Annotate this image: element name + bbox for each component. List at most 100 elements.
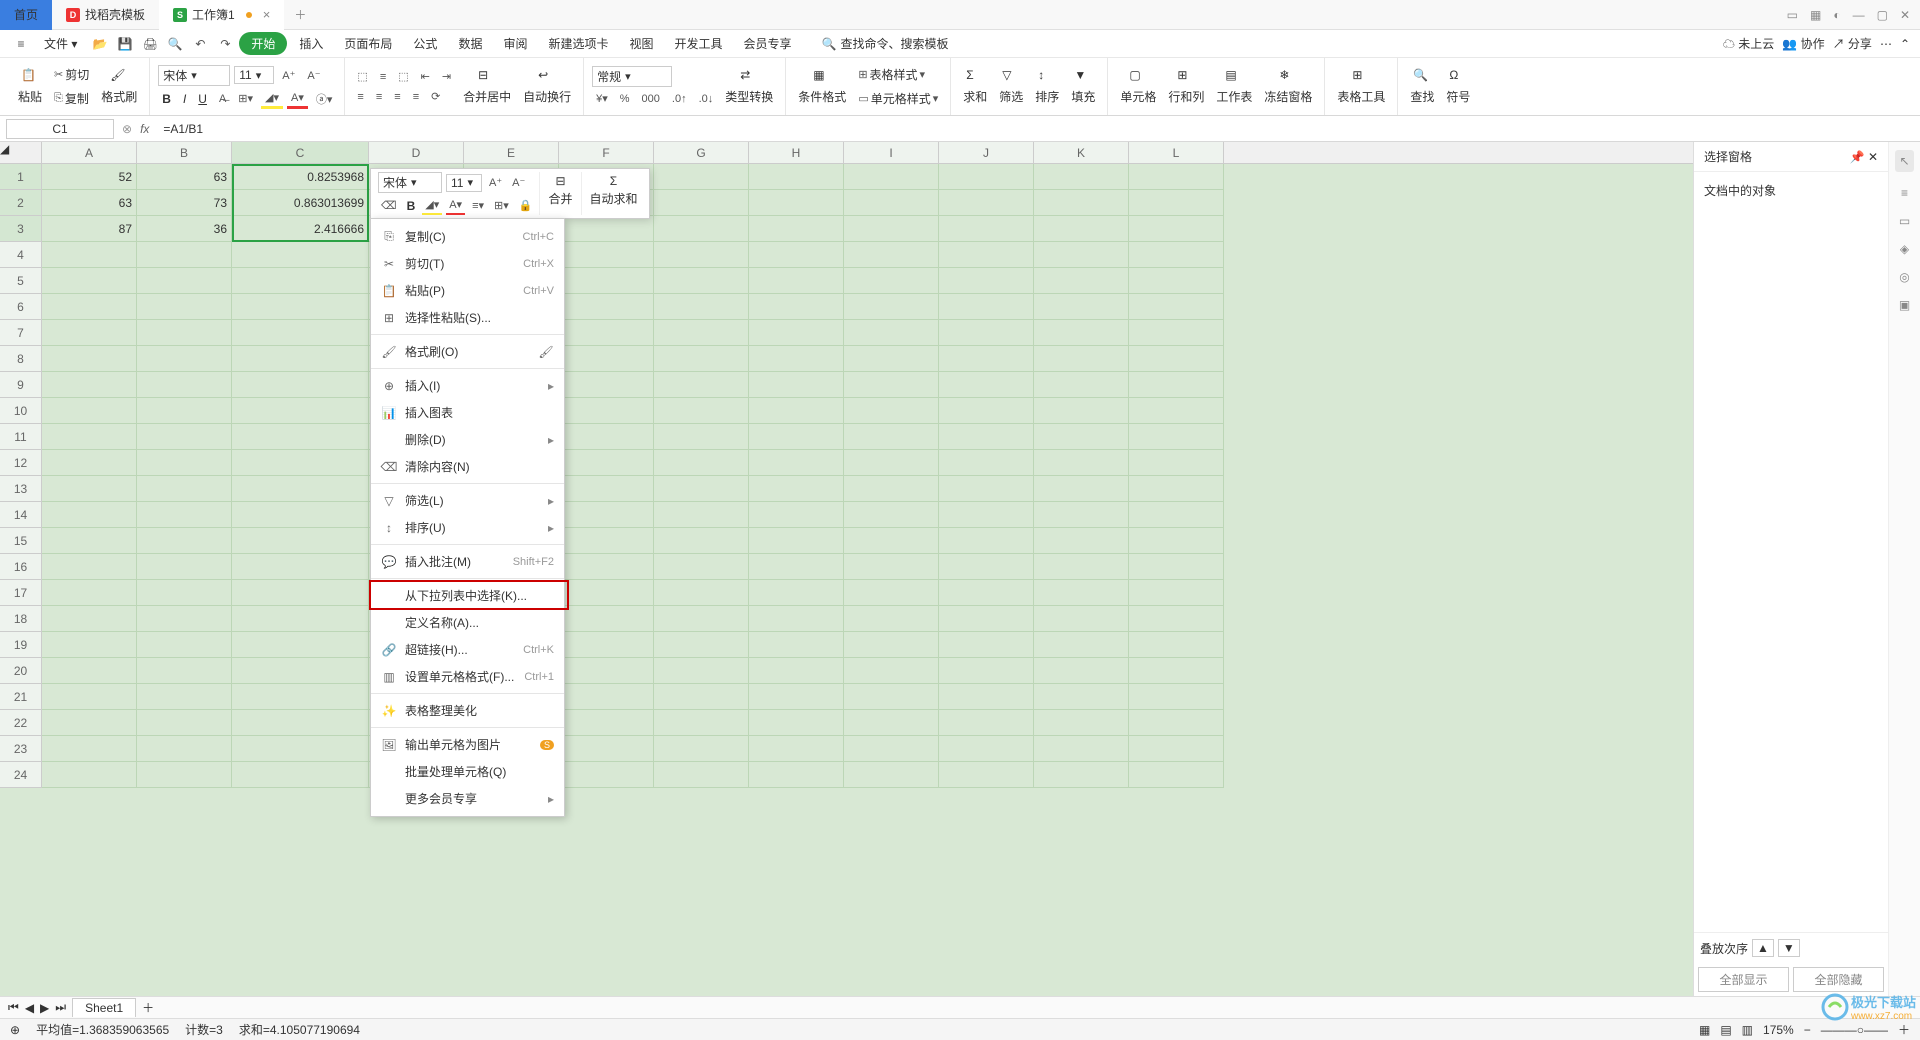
cell[interactable] (844, 190, 939, 216)
row-header[interactable]: 16 (0, 554, 42, 580)
cm-comment[interactable]: 💬插入批注(M)Shift+F2 (371, 548, 564, 575)
tab-dev[interactable]: 开发工具 (666, 32, 732, 55)
tab-formula[interactable]: 公式 (404, 32, 446, 55)
cell[interactable] (749, 658, 844, 684)
cell[interactable] (1034, 164, 1129, 190)
cell[interactable] (654, 476, 749, 502)
cell[interactable] (42, 528, 137, 554)
cell[interactable]: 63 (137, 164, 232, 190)
cell[interactable] (232, 736, 369, 762)
cell[interactable]: 87 (42, 216, 137, 242)
cell[interactable] (749, 398, 844, 424)
cell[interactable] (1129, 216, 1224, 242)
next-sheet-icon[interactable]: ▶ (40, 1001, 49, 1015)
cm-export-image[interactable]: 🖼输出单元格为图片 S (371, 731, 564, 758)
cell[interactable] (654, 164, 749, 190)
cell[interactable] (654, 528, 749, 554)
row-header[interactable]: 7 (0, 320, 42, 346)
cell[interactable] (939, 372, 1034, 398)
maximize-icon[interactable]: ▢ (1877, 8, 1888, 22)
tab-layout[interactable]: 页面布局 (335, 32, 401, 55)
cell[interactable] (137, 502, 232, 528)
align-bot-icon[interactable]: ⬚ (394, 68, 412, 85)
side-icon-2[interactable]: ▭ (1899, 214, 1910, 228)
cell[interactable] (137, 424, 232, 450)
align-justify-icon[interactable]: ≡ (409, 89, 423, 105)
cell[interactable] (1034, 268, 1129, 294)
cell[interactable] (232, 606, 369, 632)
row-header[interactable]: 10 (0, 398, 42, 424)
cell[interactable] (559, 268, 654, 294)
new-tab-button[interactable]: ＋ (284, 6, 316, 23)
cell[interactable] (137, 320, 232, 346)
col-header[interactable]: H (749, 142, 844, 163)
name-box[interactable] (6, 119, 114, 139)
cm-paste[interactable]: 📋粘贴(P)Ctrl+V (371, 277, 564, 304)
cell[interactable] (232, 762, 369, 788)
cell[interactable] (844, 398, 939, 424)
paste-button[interactable]: 📋粘贴 (14, 66, 46, 107)
cell[interactable] (232, 268, 369, 294)
cell[interactable] (42, 606, 137, 632)
cell[interactable] (232, 684, 369, 710)
row-header[interactable]: 15 (0, 528, 42, 554)
cell[interactable] (1129, 554, 1224, 580)
cell[interactable] (749, 606, 844, 632)
cell[interactable] (1034, 528, 1129, 554)
cell[interactable] (137, 632, 232, 658)
cell[interactable] (137, 658, 232, 684)
cell[interactable] (939, 424, 1034, 450)
cut-button[interactable]: ✂ 剪切 (50, 64, 93, 85)
select-all-corner[interactable]: ◢ (0, 142, 42, 163)
cell[interactable] (137, 606, 232, 632)
close-window-icon[interactable]: ✕ (1900, 8, 1910, 22)
tab-home[interactable]: 首页 (0, 0, 52, 30)
cell[interactable] (232, 424, 369, 450)
last-sheet-icon[interactable]: ⏭ (55, 1000, 66, 1015)
send-backward-icon[interactable]: ▼ (1778, 939, 1800, 957)
cell[interactable] (654, 736, 749, 762)
sort-button[interactable]: ↕排序 (1031, 66, 1063, 107)
cm-hyperlink[interactable]: 🔗超链接(H)...Ctrl+K (371, 636, 564, 663)
cell[interactable] (844, 554, 939, 580)
cell[interactable] (939, 736, 1034, 762)
cell[interactable] (1034, 736, 1129, 762)
cell[interactable] (749, 242, 844, 268)
cell[interactable] (559, 424, 654, 450)
cell[interactable] (654, 606, 749, 632)
cell[interactable] (749, 424, 844, 450)
view-page-icon[interactable]: ▤ (1720, 1023, 1731, 1037)
cond-format-button[interactable]: ▦条件格式 (794, 66, 850, 107)
zoom-out-icon[interactable]: − (1804, 1023, 1811, 1037)
first-sheet-icon[interactable]: ⏮ (8, 1000, 19, 1015)
col-header[interactable]: K (1034, 142, 1129, 163)
cell[interactable] (232, 632, 369, 658)
cell[interactable] (844, 762, 939, 788)
col-header[interactable]: F (559, 142, 654, 163)
cell[interactable] (1034, 346, 1129, 372)
wrap-button[interactable]: ↩自动换行 (519, 66, 575, 107)
cell[interactable] (749, 450, 844, 476)
cell[interactable] (1129, 372, 1224, 398)
cell[interactable] (232, 346, 369, 372)
cell[interactable] (1129, 606, 1224, 632)
cell[interactable] (42, 502, 137, 528)
cell[interactable] (137, 554, 232, 580)
indent-inc-icon[interactable]: ⇥ (438, 68, 455, 85)
menu-icon[interactable]: ≡ (10, 33, 32, 55)
cursor-icon[interactable]: ↖ (1895, 150, 1913, 172)
col-header[interactable]: A (42, 142, 137, 163)
mt-shrink-icon[interactable]: A⁻ (509, 174, 528, 191)
cell[interactable] (749, 372, 844, 398)
cell[interactable] (42, 476, 137, 502)
cm-paste-special[interactable]: ⊞选择性粘贴(S)... (371, 304, 564, 331)
italic-icon[interactable]: I (179, 90, 190, 108)
cm-insert-chart[interactable]: 📊插入图表 (371, 399, 564, 426)
cm-format-painter[interactable]: 🖌格式刷(O)🖌 (371, 338, 564, 365)
cm-beautify[interactable]: ✨表格整理美化 (371, 697, 564, 724)
cell[interactable] (137, 762, 232, 788)
cell[interactable] (939, 502, 1034, 528)
font-color-icon[interactable]: A▾ (287, 89, 308, 109)
cell-button[interactable]: ▢单元格 (1116, 66, 1160, 107)
cell[interactable] (559, 242, 654, 268)
